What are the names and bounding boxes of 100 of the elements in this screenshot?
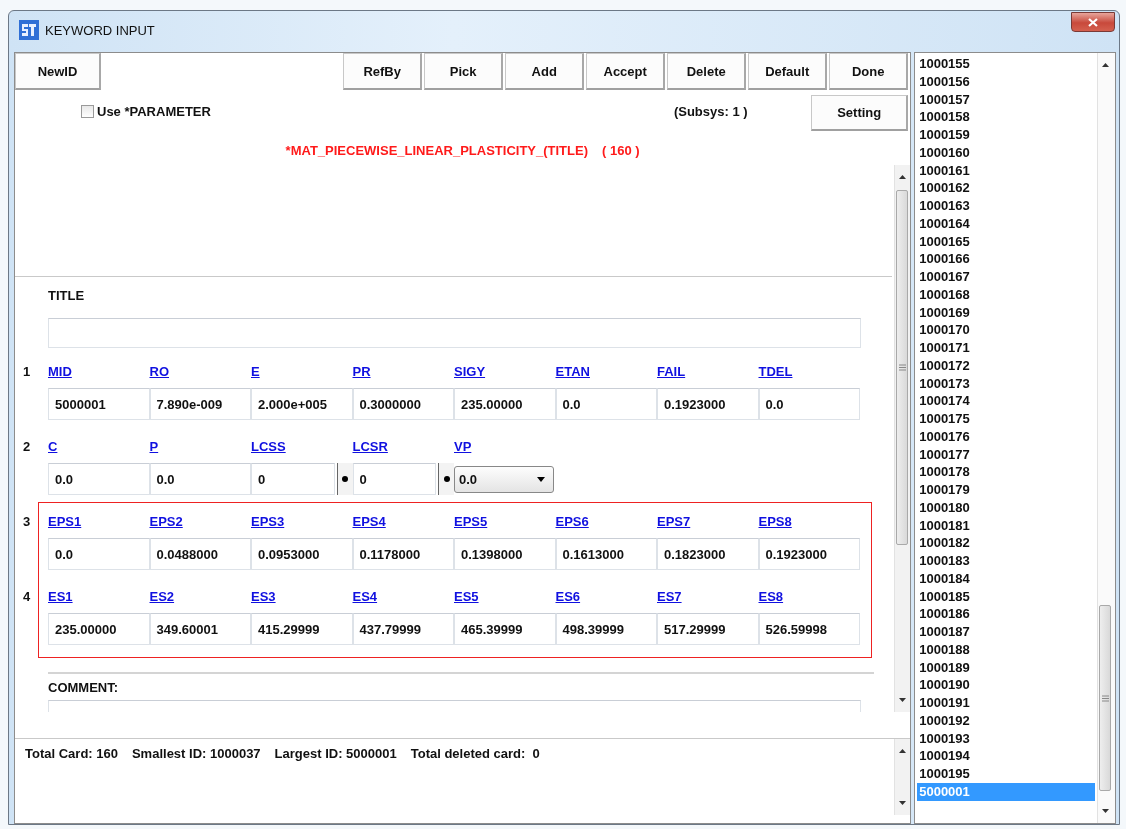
list-item[interactable]: 1000185 xyxy=(917,587,1095,606)
list-item[interactable]: 1000170 xyxy=(917,321,1095,339)
list-item[interactable]: 1000193 xyxy=(917,729,1095,748)
field-label-link[interactable]: E xyxy=(251,363,260,379)
list-item[interactable]: 1000177 xyxy=(917,445,1095,464)
input-field[interactable]: 0.3000000 xyxy=(352,388,454,420)
list-item[interactable]: 1000186 xyxy=(917,605,1095,623)
list-item[interactable]: 1000180 xyxy=(917,498,1095,517)
list-item[interactable]: 1000189 xyxy=(917,658,1095,677)
field-label-link[interactable]: EPS5 xyxy=(454,513,488,529)
field-label-link[interactable]: ES8 xyxy=(758,588,784,604)
list-item[interactable]: 1000165 xyxy=(917,232,1095,251)
list-item[interactable]: 1000163 xyxy=(917,197,1095,215)
list-item[interactable]: 1000167 xyxy=(917,268,1095,286)
list-item[interactable]: 1000160 xyxy=(917,143,1095,162)
list-item[interactable]: 1000183 xyxy=(917,552,1095,570)
toolbar-button[interactable]: RefBy xyxy=(343,53,423,90)
list-item[interactable]: 1000164 xyxy=(917,214,1095,233)
input-field[interactable]: 517.29999 xyxy=(657,613,759,645)
input-field[interactable]: 0.1823000 xyxy=(657,538,759,570)
input-field[interactable]: 465.39999 xyxy=(454,613,556,645)
field-label-link[interactable]: LCSR xyxy=(352,438,388,454)
list-item[interactable]: 1000161 xyxy=(917,161,1095,180)
field-label-link[interactable]: MID xyxy=(48,363,72,379)
field-label-link[interactable]: EPS3 xyxy=(251,513,285,529)
input-field[interactable]: 349.60001 xyxy=(149,613,251,645)
input-field[interactable]: 0 xyxy=(352,463,436,495)
close-button[interactable] xyxy=(1071,12,1115,32)
list-item[interactable]: 1000166 xyxy=(917,250,1095,268)
list-item[interactable]: 1000181 xyxy=(917,516,1095,535)
toolbar-button[interactable]: Done xyxy=(829,53,909,90)
input-field[interactable]: 5000001 xyxy=(48,388,150,420)
input-field[interactable]: 0.1923000 xyxy=(657,388,759,420)
field-label-link[interactable]: EPS1 xyxy=(48,513,82,529)
input-field[interactable]: 235.00000 xyxy=(48,613,150,645)
field-label-link[interactable]: EPS4 xyxy=(352,513,386,529)
field-label-link[interactable]: RO xyxy=(149,363,169,379)
list-item[interactable]: 1000182 xyxy=(917,534,1095,552)
pick-button[interactable] xyxy=(438,463,454,495)
field-label-link[interactable]: ES3 xyxy=(251,588,276,604)
field-label-link[interactable]: TDEL xyxy=(758,363,793,379)
field-label-link[interactable]: SIGY xyxy=(454,363,486,379)
field-label-link[interactable]: EPS2 xyxy=(149,513,183,529)
field-label-link[interactable]: P xyxy=(149,438,159,454)
toolbar-button[interactable]: Accept xyxy=(586,53,666,90)
list-item[interactable]: 1000158 xyxy=(917,108,1095,126)
toolbar-button[interactable]: Add xyxy=(505,53,585,90)
list-item[interactable]: 1000168 xyxy=(917,285,1095,304)
field-label-link[interactable]: ES2 xyxy=(149,588,175,604)
field-label-link[interactable]: VP xyxy=(454,438,472,454)
toolbar-button[interactable]: Pick xyxy=(424,53,504,90)
checkbox[interactable] xyxy=(81,104,94,118)
input-field[interactable]: 498.39999 xyxy=(555,613,657,645)
list-item[interactable]: 1000176 xyxy=(917,427,1095,446)
field-label-link[interactable]: ES5 xyxy=(454,588,479,604)
input-field[interactable]: 0.0 xyxy=(555,388,657,420)
toolbar-button[interactable]: Default xyxy=(748,53,828,90)
input-field[interactable]: 415.29999 xyxy=(251,613,353,645)
input-field[interactable]: 0.0 xyxy=(149,463,251,495)
input-field[interactable]: 2.000e+005 xyxy=(251,388,353,420)
list-item[interactable]: 1000172 xyxy=(917,356,1095,375)
list-item[interactable]: 1000194 xyxy=(917,747,1095,765)
input-field[interactable]: 0.1613000 xyxy=(555,538,657,570)
input-field[interactable]: 0.0 xyxy=(48,538,150,570)
toolbar-button[interactable]: NewID xyxy=(15,53,101,90)
field-label-link[interactable]: LCSS xyxy=(251,438,286,454)
field-label-link[interactable]: ETAN xyxy=(555,363,590,379)
dropdown[interactable]: 0.0 xyxy=(454,466,554,493)
list-item[interactable]: 1000179 xyxy=(917,481,1095,499)
scrollbar-thumb[interactable] xyxy=(1099,605,1111,791)
pick-button[interactable] xyxy=(336,463,353,495)
field-label-link[interactable]: ES7 xyxy=(657,588,682,604)
field-label-link[interactable]: FAIL xyxy=(657,363,686,379)
field-label-link[interactable]: EPS7 xyxy=(657,513,691,529)
field-label-link[interactable]: C xyxy=(48,438,58,454)
list-item[interactable]: 1000188 xyxy=(917,640,1095,659)
field-label-link[interactable]: ES4 xyxy=(352,588,378,604)
list-item[interactable]: 1000175 xyxy=(917,410,1095,428)
scrollbar-thumb[interactable] xyxy=(896,190,909,545)
toolbar-button[interactable]: Delete xyxy=(667,53,747,90)
setting-button[interactable]: Setting xyxy=(811,95,909,131)
input-field[interactable]: 235.00000 xyxy=(454,388,556,420)
input-field[interactable]: 0.0953000 xyxy=(251,538,353,570)
input-field[interactable]: 7.890e-009 xyxy=(149,388,251,420)
input-field[interactable]: 526.59998 xyxy=(758,613,860,645)
list-item[interactable]: 1000174 xyxy=(917,392,1095,410)
input-field[interactable]: 0 xyxy=(251,463,335,495)
list-item[interactable]: 1000171 xyxy=(917,339,1095,357)
field-label-link[interactable]: EPS6 xyxy=(555,513,589,529)
list-item[interactable]: 1000195 xyxy=(917,765,1095,783)
list-item[interactable]: 1000169 xyxy=(917,303,1095,322)
list-item[interactable]: 1000187 xyxy=(917,623,1095,641)
input-field[interactable]: 0.1398000 xyxy=(454,538,556,570)
list-item[interactable]: 1000156 xyxy=(917,72,1095,91)
field-label-link[interactable]: EPS8 xyxy=(758,513,792,529)
input-field[interactable]: 0.0 xyxy=(758,388,860,420)
input-field[interactable]: 0.0 xyxy=(48,463,150,495)
list-item[interactable]: 1000178 xyxy=(917,463,1095,481)
list-item[interactable]: 1000192 xyxy=(917,711,1095,730)
input-field[interactable]: 0.0488000 xyxy=(149,538,251,570)
